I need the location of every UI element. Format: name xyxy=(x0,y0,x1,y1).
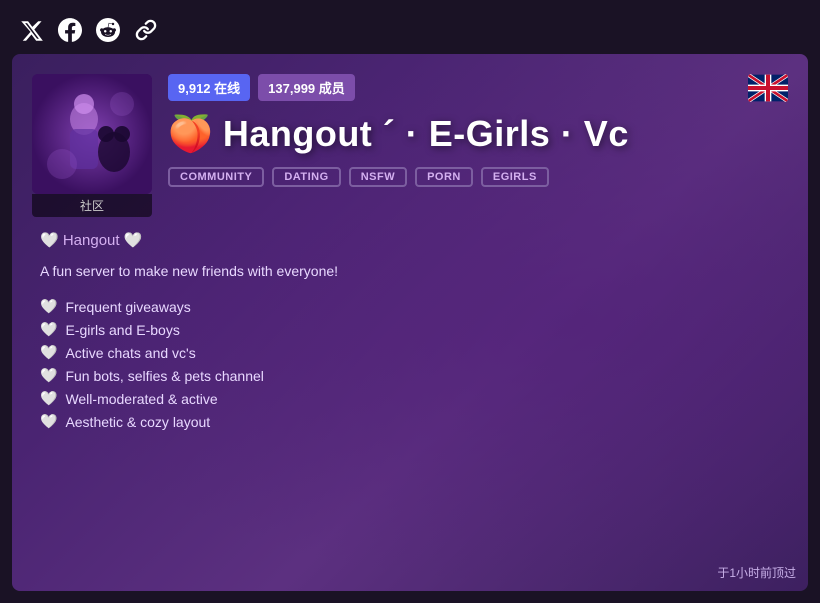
heart-icon: 🤍 xyxy=(40,298,57,315)
feature-item: 🤍 Active chats and vc's xyxy=(40,344,788,361)
tag-nsfw[interactable]: NSFW xyxy=(349,167,407,187)
feature-text: Well-moderated & active xyxy=(65,391,217,407)
page-wrapper: 社区 9,912 在线 137,999 成员 🍑 Hangout ´ · E-G… xyxy=(0,0,820,603)
avatar-art xyxy=(32,74,152,194)
heart-icon: 🤍 xyxy=(40,344,57,361)
flag-icon xyxy=(748,74,788,107)
heart-icon: 🤍 xyxy=(40,413,57,430)
hangout-line: 🤍 Hangout 🤍 xyxy=(40,231,788,249)
tag-egirls[interactable]: EGIRLS xyxy=(481,167,549,187)
feature-item: 🤍 Frequent giveaways xyxy=(40,298,788,315)
feature-text: Aesthetic & cozy layout xyxy=(65,414,210,430)
feature-list: 🤍 Frequent giveaways 🤍 E-girls and E-boys 🤍 A… xyxy=(40,298,788,430)
tag-dating[interactable]: DATING xyxy=(272,167,340,187)
twitter-icon[interactable] xyxy=(18,16,46,44)
feature-item: 🤍 Aesthetic & cozy layout xyxy=(40,413,788,430)
feature-text: Frequent giveaways xyxy=(65,299,190,315)
feature-text: Fun bots, selfies & pets channel xyxy=(65,368,263,384)
server-name: Hangout ´ · E-Girls · Vc xyxy=(223,113,629,155)
reddit-icon[interactable] xyxy=(94,16,122,44)
server-title-row: 🍑 Hangout ´ · E-Girls · Vc xyxy=(168,113,732,155)
content-section: 🤍 Hangout 🤍 A fun server to make new fri… xyxy=(32,231,788,430)
peach-emoji: 🍑 xyxy=(168,116,213,152)
top-row: 社区 9,912 在线 137,999 成员 🍑 Hangout ´ · E-G… xyxy=(32,74,788,217)
avatar-label: 社区 xyxy=(32,194,152,217)
heart-icon: 🤍 xyxy=(40,390,57,407)
members-badge: 137,999 成员 xyxy=(258,74,355,101)
online-badge: 9,912 在线 xyxy=(168,74,250,101)
link-icon[interactable] xyxy=(132,16,160,44)
feature-item: 🤍 Well-moderated & active xyxy=(40,390,788,407)
badges-row: 9,912 在线 137,999 成员 xyxy=(168,74,732,101)
avatar-section: 社区 xyxy=(32,74,152,217)
feature-item: 🤍 E-girls and E-boys xyxy=(40,321,788,338)
feature-text: Active chats and vc's xyxy=(65,345,195,361)
timestamp: 于1小时前顶过 xyxy=(717,564,796,581)
server-card: 社区 9,912 在线 137,999 成员 🍑 Hangout ´ · E-G… xyxy=(12,54,808,591)
tag-community[interactable]: COMMUNITY xyxy=(168,167,264,187)
description: A fun server to make new friends with ev… xyxy=(40,261,788,282)
feature-item: 🤍 Fun bots, selfies & pets channel xyxy=(40,367,788,384)
tags-row: COMMUNITY DATING NSFW PORN EGIRLS xyxy=(168,167,732,187)
social-bar xyxy=(12,12,808,54)
facebook-icon[interactable] xyxy=(56,16,84,44)
heart-icon: 🤍 xyxy=(40,321,57,338)
feature-text: E-girls and E-boys xyxy=(65,322,179,338)
heart-icon: 🤍 xyxy=(40,367,57,384)
avatar xyxy=(32,74,152,194)
stats-title-section: 9,912 在线 137,999 成员 🍑 Hangout ´ · E-Girl… xyxy=(168,74,732,187)
tag-porn[interactable]: PORN xyxy=(415,167,473,187)
